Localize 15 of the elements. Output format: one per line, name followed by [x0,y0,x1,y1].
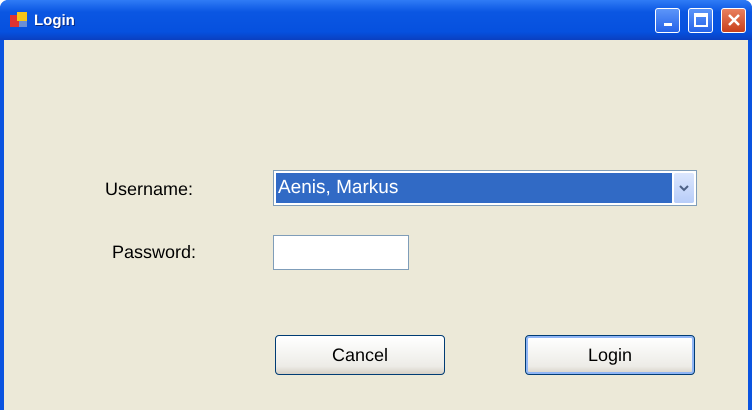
chevron-down-icon [679,184,689,192]
password-field[interactable] [273,234,409,270]
cancel-button[interactable]: Cancel [275,335,445,375]
minimize-icon [664,22,672,26]
username-dropdown[interactable]: Aenis, Markus [273,170,697,206]
close-icon [726,13,740,27]
window-title: Login [34,12,76,28]
minimize-button[interactable] [655,8,680,32]
close-button[interactable] [721,8,746,32]
username-label: Username: [105,178,194,200]
password-label: Password: [112,242,196,262]
login-button[interactable]: Login [525,335,695,375]
maximize-button[interactable] [688,8,713,32]
maximize-icon [694,13,708,27]
app-icon [10,12,28,28]
